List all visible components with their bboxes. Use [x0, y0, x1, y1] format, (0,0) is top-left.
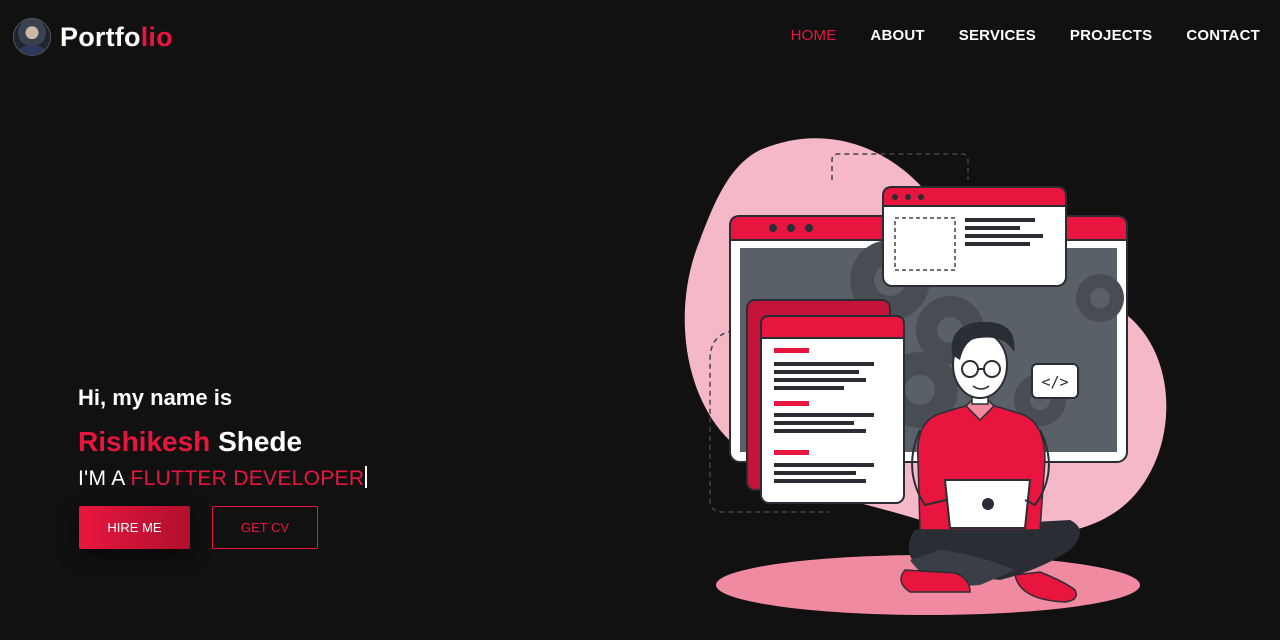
typing-cursor: [365, 466, 368, 488]
code-tag-text: </>: [1041, 373, 1068, 391]
hero-name: Rishikesh Shede: [78, 424, 367, 460]
role-line: I'M A FLUTTER DEVELOPER: [78, 464, 368, 494]
hire-me-button[interactable]: HIRE ME: [79, 506, 190, 549]
nav-item-home[interactable]: HOME: [791, 26, 837, 46]
developer-illustration: </>: [684, 138, 1167, 615]
logo[interactable]: Portfolio: [13, 18, 173, 56]
hero-text: Hi, my name is Rishikesh Shede I'M A FLU…: [78, 380, 368, 494]
avatar: [13, 18, 51, 56]
role-highlight: FLUTTER DEVELOPER: [130, 467, 365, 490]
nav-item-projects[interactable]: PROJECTS: [1070, 26, 1152, 46]
nav-menu: HOME ABOUT SERVICES PROJECTS CONTACT: [757, 26, 1260, 46]
first-name: Rishikesh: [78, 426, 211, 457]
nav-item-contact[interactable]: CONTACT: [1186, 26, 1260, 46]
get-cv-button[interactable]: GET CV: [212, 506, 318, 549]
last-name: Shede: [218, 426, 303, 457]
brand-title: Portfolio: [60, 22, 173, 52]
greeting: Hi, my name is: [78, 385, 233, 410]
hero-buttons: HIRE ME GET CV: [79, 506, 318, 549]
code-tag-bubble: </>: [1031, 363, 1079, 399]
nav-item-services[interactable]: SERVICES: [959, 26, 1036, 46]
role-prefix: I'M A: [78, 467, 125, 490]
document-stack: [746, 299, 905, 504]
nav-item-about[interactable]: ABOUT: [870, 26, 924, 46]
floating-window: [882, 186, 1067, 287]
navbar: Portfolio HOME ABOUT SERVICES PROJECTS C…: [0, 0, 1280, 72]
